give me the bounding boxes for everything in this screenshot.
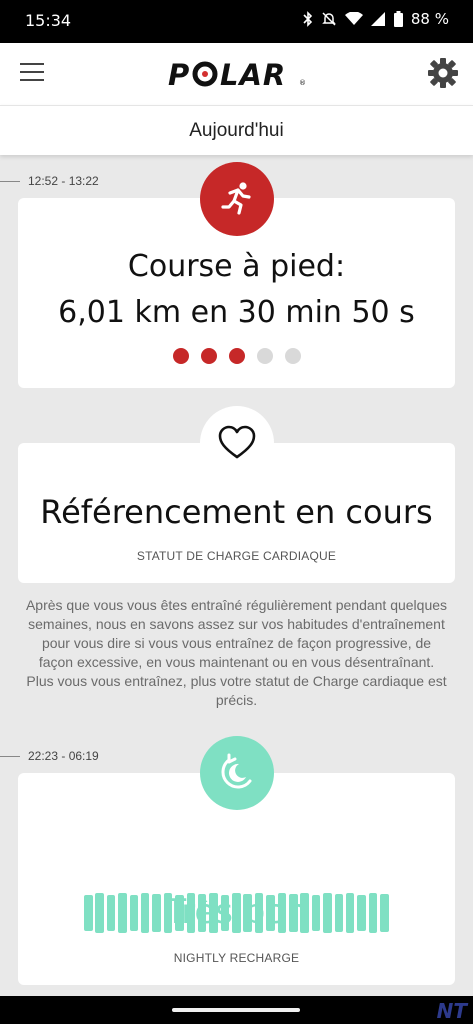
status-time: 15:34 — [25, 11, 72, 30]
recharge-label: NIGHTLY RECHARGE — [173, 951, 300, 965]
battery-icon — [393, 11, 403, 27]
activity-icon-circle — [200, 162, 274, 236]
rating-dot — [172, 348, 189, 364]
cellular-icon — [370, 12, 385, 26]
app-bar: P LAR ® — [0, 43, 473, 105]
system-nav-bar: NT — [0, 996, 473, 1024]
rating-dot — [228, 348, 245, 364]
recharge-icon-circle — [200, 736, 274, 810]
polar-logo: P LAR ® — [168, 58, 306, 91]
cardio-load-description: Après que vous vous êtes entraîné réguli… — [25, 597, 448, 708]
status-bar: 15:34 88 % — [0, 0, 473, 43]
cardio-load-title: Référencement en cours — [40, 493, 433, 531]
cardio-load-label: STATUT DE CHARGE CARDIAQUE — [136, 549, 337, 563]
menu-icon — [20, 63, 44, 65]
activity-time-range: 12:52 - 13:22 — [0, 174, 99, 188]
recharge-moon-icon — [221, 753, 252, 789]
watermark-logo: NT — [436, 999, 467, 1023]
rating-dot — [256, 348, 273, 364]
battery-percent: 88 % — [410, 10, 449, 28]
day-header[interactable]: Aujourd'hui — [0, 105, 473, 155]
wifi-icon — [344, 12, 363, 25]
svg-text:P: P — [168, 58, 190, 91]
svg-text:LAR: LAR — [220, 58, 286, 91]
rating-dot — [200, 348, 217, 364]
heart-icon — [218, 425, 256, 459]
heart-icon-circle — [200, 406, 274, 480]
day-header-label: Aujourd'hui — [189, 120, 284, 141]
activity-title-line1: Course à pied: — [127, 249, 346, 284]
recharge-status: Très bon — [165, 892, 308, 932]
home-gesture-pill[interactable] — [172, 1008, 300, 1012]
svg-text:®: ® — [299, 79, 306, 87]
gear-icon[interactable] — [427, 57, 459, 89]
recharge-time-range: 22:23 - 06:19 — [0, 749, 99, 763]
status-icons: 88 % — [303, 10, 449, 28]
rating-dot — [284, 348, 301, 364]
training-benefit-rating — [18, 348, 455, 364]
menu-button[interactable] — [20, 63, 44, 83]
activity-title-line2: 6,01 km en 30 min 50 s — [58, 295, 415, 330]
bell-off-icon — [322, 12, 336, 26]
running-icon — [221, 182, 251, 215]
bluetooth-icon — [303, 11, 313, 27]
